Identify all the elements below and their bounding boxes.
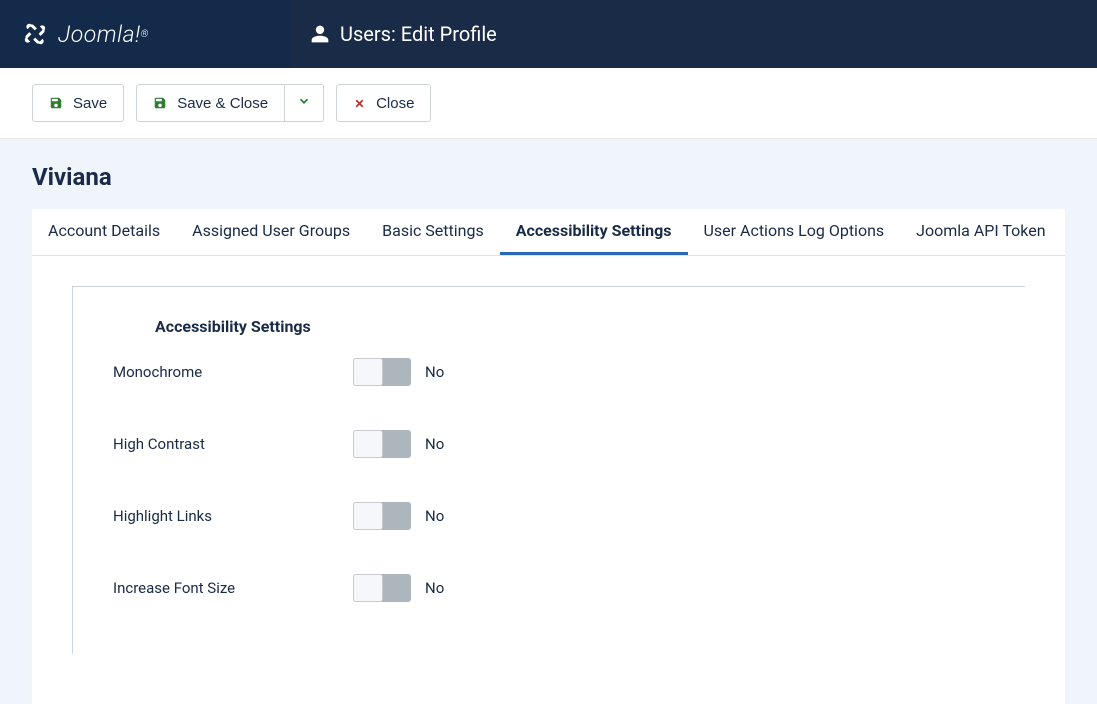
tab-basic-settings[interactable]: Basic Settings: [366, 209, 500, 255]
save-close-group: Save & Close: [136, 84, 324, 122]
toggle-wrap: No: [353, 574, 444, 602]
toggle-monochrome[interactable]: [353, 358, 411, 386]
tab-joomla-api-token[interactable]: Joomla API Token: [900, 209, 1061, 255]
toggle-state-increase-font-size: No: [425, 579, 444, 597]
toggle-state-high-contrast: No: [425, 435, 444, 453]
brand[interactable]: Joomla! ®: [0, 0, 290, 68]
tabs: Account Details Assigned User Groups Bas…: [32, 209, 1065, 256]
header-title-text: Users: Edit Profile: [340, 22, 497, 46]
tab-account-details[interactable]: Account Details: [32, 209, 176, 255]
toggle-knob: [353, 574, 383, 602]
label-high-contrast: High Contrast: [113, 435, 353, 453]
save-close-button[interactable]: Save & Close: [136, 84, 285, 122]
app-header: Joomla! ® Users: Edit Profile: [0, 0, 1097, 68]
label-monochrome: Monochrome: [113, 363, 353, 381]
toggle-knob: [353, 430, 383, 458]
trademark: ®: [141, 29, 149, 40]
page-title: Viviana: [0, 139, 1097, 209]
user-icon: [310, 24, 330, 44]
row-monochrome: Monochrome No: [113, 336, 985, 408]
save-icon: [153, 96, 167, 110]
brand-label: Joomla!: [58, 21, 141, 48]
page-header-title: Users: Edit Profile: [290, 0, 517, 68]
toggle-state-monochrome: No: [425, 363, 444, 381]
save-close-label: Save & Close: [177, 95, 268, 112]
tab-content: Accessibility Settings Monochrome No Hig…: [32, 256, 1065, 704]
close-icon: [353, 97, 366, 110]
accessibility-fieldset: Accessibility Settings Monochrome No Hig…: [72, 286, 1025, 654]
row-high-contrast: High Contrast No: [113, 408, 985, 480]
label-highlight-links: Highlight Links: [113, 507, 353, 525]
joomla-icon: [22, 21, 48, 47]
save-label: Save: [73, 95, 107, 112]
toggle-wrap: No: [353, 502, 444, 530]
toggle-increase-font-size[interactable]: [353, 574, 411, 602]
close-button[interactable]: Close: [336, 84, 431, 122]
toggle-highинуight-links: [353, 502, 411, 530]
toggle-high-contrast[interactable]: [353, 430, 411, 458]
tab-accessibility-settings[interactable]: Accessibility Settings: [500, 209, 688, 255]
toggle-wrap: No: [353, 358, 444, 386]
close-label: Close: [376, 95, 414, 112]
save-button[interactable]: Save: [32, 84, 124, 122]
toggle-wrap: No: [353, 430, 444, 458]
toggle-knob: [353, 358, 383, 386]
chevron-down-icon: [297, 94, 311, 112]
save-icon: [49, 96, 63, 110]
toggle-knob: [353, 502, 383, 530]
tab-user-actions-log[interactable]: User Actions Log Options: [688, 209, 901, 255]
tab-assigned-user-groups[interactable]: Assigned User Groups: [176, 209, 366, 255]
label-increase-font-size: Increase Font Size: [113, 579, 353, 597]
toggle-state-highlight-links: No: [425, 507, 444, 525]
row-highlight-links: Highlight Links No: [113, 480, 985, 552]
fieldset-legend: Accessibility Settings: [143, 317, 323, 336]
row-increase-font-size: Increase Font Size No: [113, 552, 985, 624]
toolbar: Save Save & Close Close: [0, 68, 1097, 139]
save-dropdown-button[interactable]: [285, 84, 324, 122]
